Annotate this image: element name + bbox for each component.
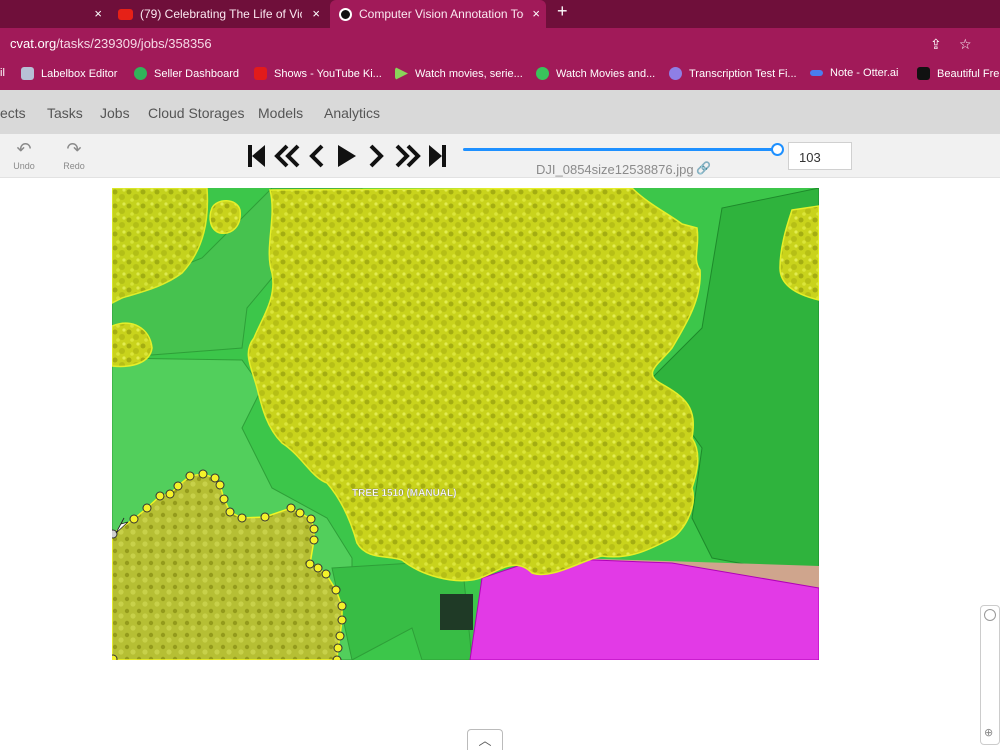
browser-tab[interactable]: × <box>0 0 108 28</box>
polygon-vertex[interactable] <box>215 480 225 490</box>
nav-tasks[interactable]: Tasks <box>47 105 83 121</box>
polygon-vertex[interactable] <box>337 615 347 625</box>
polygon-vertex[interactable] <box>335 631 345 641</box>
polygon-vertex[interactable] <box>313 563 323 573</box>
polygon-vertex[interactable] <box>155 491 165 501</box>
polygon-vertex[interactable] <box>129 514 139 524</box>
url-host: cvat.org <box>10 36 57 51</box>
link-icon[interactable]: 🔗 <box>696 161 711 175</box>
close-tab-icon[interactable]: × <box>532 6 540 21</box>
bookmark-watch-movies-and[interactable]: Watch Movies and... <box>536 67 655 80</box>
tab-title: (79) Celebrating The Life of Victo <box>140 7 302 21</box>
browser-tab-youtube[interactable]: (79) Celebrating The Life of Victo × <box>110 0 326 28</box>
polygon-vertex[interactable] <box>237 513 247 523</box>
beautiful-free-icon <box>917 67 930 80</box>
frame-filename: DJI_0854size12538876.jpg <box>536 162 694 177</box>
polygon-vertex[interactable] <box>337 601 347 611</box>
frame-slider-handle[interactable] <box>771 143 784 156</box>
bookmark-beautiful-free[interactable]: Beautiful Fre <box>917 67 999 80</box>
play-button[interactable] <box>338 145 356 167</box>
browser-tab-bar: × (79) Celebrating The Life of Victo × C… <box>0 0 1000 28</box>
youtube-icon <box>254 67 267 80</box>
dark-patch <box>440 594 473 630</box>
close-tab-icon[interactable]: × <box>94 6 102 21</box>
polygon-vertex[interactable] <box>260 512 270 522</box>
redo-button[interactable]: ↷ Redo <box>59 140 89 171</box>
forward-step-button[interactable] <box>395 144 421 168</box>
polygon-vertex-start[interactable] <box>112 529 118 539</box>
undo-button[interactable]: ↶ Undo <box>9 140 39 171</box>
otter-icon <box>810 70 823 76</box>
share-icon[interactable]: ⇪ <box>930 36 942 53</box>
tab-title: Computer Vision Annotation Tool <box>359 7 524 21</box>
annotation-canvas[interactable]: TREE 1510 (MANUAL) <box>112 188 819 660</box>
cvat-logo-icon <box>339 7 352 21</box>
polygon-vertex[interactable] <box>305 559 315 569</box>
polygon-vertex[interactable] <box>331 585 341 595</box>
polygon-vertex[interactable] <box>332 655 342 660</box>
tree-annotation[interactable] <box>209 200 241 234</box>
nav-cloud-storages[interactable]: Cloud Storages <box>148 105 245 121</box>
zoom-in-icon[interactable]: ⊕ <box>984 726 993 739</box>
previous-frame-button[interactable] <box>309 144 324 168</box>
polygon-vertex[interactable] <box>333 643 343 653</box>
last-frame-button[interactable] <box>429 145 446 167</box>
bookmark-otter[interactable]: Note - Otter.ai <box>810 67 898 79</box>
nav-projects[interactable]: ects <box>0 105 26 121</box>
nav-analytics[interactable]: Analytics <box>324 105 380 121</box>
bookmark-star-icon[interactable]: ☆ <box>959 36 972 53</box>
address-bar: cvat.org/tasks/239309/jobs/358356 ⇪ ☆ <box>0 28 1000 61</box>
polygon-vertex[interactable] <box>321 569 331 579</box>
movies-icon <box>536 67 549 80</box>
browser-tab-cvat[interactable]: Computer Vision Annotation Tool × <box>330 0 546 28</box>
youtube-icon <box>118 8 133 20</box>
bookmark-labelbox[interactable]: Labelbox Editor <box>21 67 117 80</box>
play-icon <box>395 67 408 80</box>
polygon-vertex[interactable] <box>306 514 316 524</box>
polygon-vertex[interactable] <box>286 503 296 513</box>
redo-label: Redo <box>63 161 85 171</box>
polygon-vertex[interactable] <box>198 469 208 479</box>
first-frame-button[interactable] <box>248 145 265 167</box>
url-path: /tasks/239309/jobs/358356 <box>56 36 212 51</box>
polygon-vertex[interactable] <box>225 507 235 517</box>
new-tab-button[interactable]: + <box>557 1 568 22</box>
frame-number-input[interactable]: 103 <box>788 142 852 170</box>
undo-icon: ↶ <box>16 139 32 159</box>
polygon-vertex[interactable] <box>142 503 152 513</box>
undo-label: Undo <box>13 161 35 171</box>
polygon-vertex[interactable] <box>309 524 319 534</box>
polygon-vertex[interactable] <box>185 471 195 481</box>
player-controls <box>248 144 446 168</box>
bookmark-seller-dashboard[interactable]: Seller Dashboard <box>134 67 239 80</box>
collapse-panel-button[interactable]: ︿ <box>467 729 503 750</box>
url-field[interactable]: cvat.org/tasks/239309/jobs/358356 <box>10 36 212 51</box>
cvat-header: ects Tasks Jobs Cloud Storages Models An… <box>0 90 1000 134</box>
polygon-vertex[interactable] <box>165 489 175 499</box>
nav-models[interactable]: Models <box>258 105 303 121</box>
labelbox-icon <box>21 67 34 80</box>
polygon-vertex[interactable] <box>210 473 220 483</box>
shape-label: TREE 1510 (MANUAL) <box>352 488 456 499</box>
transcription-icon <box>669 67 682 80</box>
bookmarks-bar: il Labelbox Editor Seller Dashboard Show… <box>0 61 1000 90</box>
chevron-up-icon: ︿ <box>478 733 492 748</box>
polygon-vertex[interactable] <box>173 481 183 491</box>
frame-slider-track[interactable] <box>463 148 777 151</box>
seller-icon <box>134 67 147 80</box>
back-step-button[interactable] <box>274 144 300 168</box>
next-frame-button[interactable] <box>369 144 384 168</box>
zoom-panel[interactable]: ⊕ <box>980 605 1000 745</box>
bookmark-watch-movies[interactable]: Watch movies, serie... <box>395 67 523 80</box>
polygon-vertex[interactable] <box>309 535 319 545</box>
bookmark-transcription-test[interactable]: Transcription Test Fi... <box>669 67 797 80</box>
zoom-indicator-icon <box>984 609 996 621</box>
close-tab-icon[interactable]: × <box>312 6 320 21</box>
redo-icon: ↷ <box>66 139 82 159</box>
polygon-vertex[interactable] <box>219 494 229 504</box>
bookmark-item[interactable]: il <box>0 67 5 79</box>
polygon-vertex[interactable] <box>295 508 305 518</box>
bookmark-youtube-kids[interactable]: Shows - YouTube Ki... <box>254 67 382 80</box>
nav-jobs[interactable]: Jobs <box>100 105 130 121</box>
